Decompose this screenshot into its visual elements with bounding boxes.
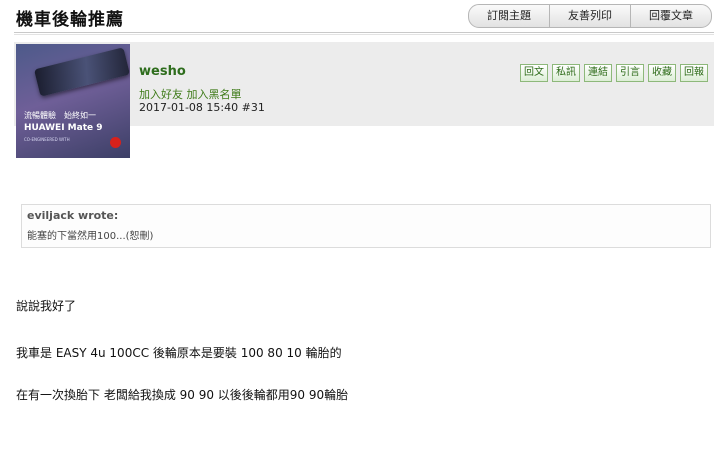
- phone-image: [33, 47, 130, 97]
- favorite-button[interactable]: 收藏: [648, 64, 676, 82]
- avatar-product: HUAWEI Mate 9: [24, 123, 103, 133]
- post-author[interactable]: wesho: [139, 64, 186, 79]
- subscribe-button[interactable]: 訂閱主題: [468, 4, 550, 28]
- reply-thread-button[interactable]: 回覆文章: [630, 4, 712, 28]
- quote-button[interactable]: 引言: [616, 64, 644, 82]
- title-divider: [14, 32, 714, 33]
- thread-actions: 訂閱主題 友善列印 回覆文章: [468, 4, 712, 28]
- post-body-line: 說說我好了: [16, 299, 77, 313]
- post-body-line: 在有一次換胎下 老闆給我換成 90 90 以後後輪都用90 90輪胎: [16, 388, 349, 402]
- quote-author: eviljack wrote:: [27, 209, 119, 222]
- leica-logo-icon: [110, 137, 121, 148]
- quote-text: 能塞的下當然用100...(恕刪): [27, 231, 154, 242]
- avatar-caption: CO-ENGINEERED WITH: [24, 137, 70, 142]
- report-button[interactable]: 回報: [680, 64, 708, 82]
- avatar-slogan: 流暢體驗 始終如一: [24, 111, 96, 120]
- print-button[interactable]: 友善列印: [549, 4, 631, 28]
- thread-title-bar: 機車後輪推薦 訂閱主題 友善列印 回覆文章: [0, 0, 720, 34]
- add-blacklist-link[interactable]: 加入黑名單: [187, 88, 242, 101]
- user-links: 加入好友 加入黑名單: [139, 86, 242, 102]
- page-title: 機車後輪推薦: [16, 10, 124, 30]
- post-body-line: 我車是 EASY 4u 100CC 後輪原本是要裝 100 80 10 輪胎的: [16, 346, 342, 360]
- link-button[interactable]: 連結: [584, 64, 612, 82]
- quote-box: eviljack wrote: 能塞的下當然用100...(恕刪): [21, 204, 711, 248]
- avatar[interactable]: 流暢體驗 始終如一 HUAWEI Mate 9 CO-ENGINEERED WI…: [16, 44, 130, 158]
- add-friend-link[interactable]: 加入好友: [139, 88, 183, 101]
- reply-button[interactable]: 回文: [520, 64, 548, 82]
- message-button[interactable]: 私訊: [552, 64, 580, 82]
- post-meta: 2017-01-08 15:40 #31: [139, 101, 265, 114]
- post-actions: 回文 私訊 連結 引言 收藏 回報: [516, 64, 708, 82]
- title-divider-light: [14, 34, 714, 35]
